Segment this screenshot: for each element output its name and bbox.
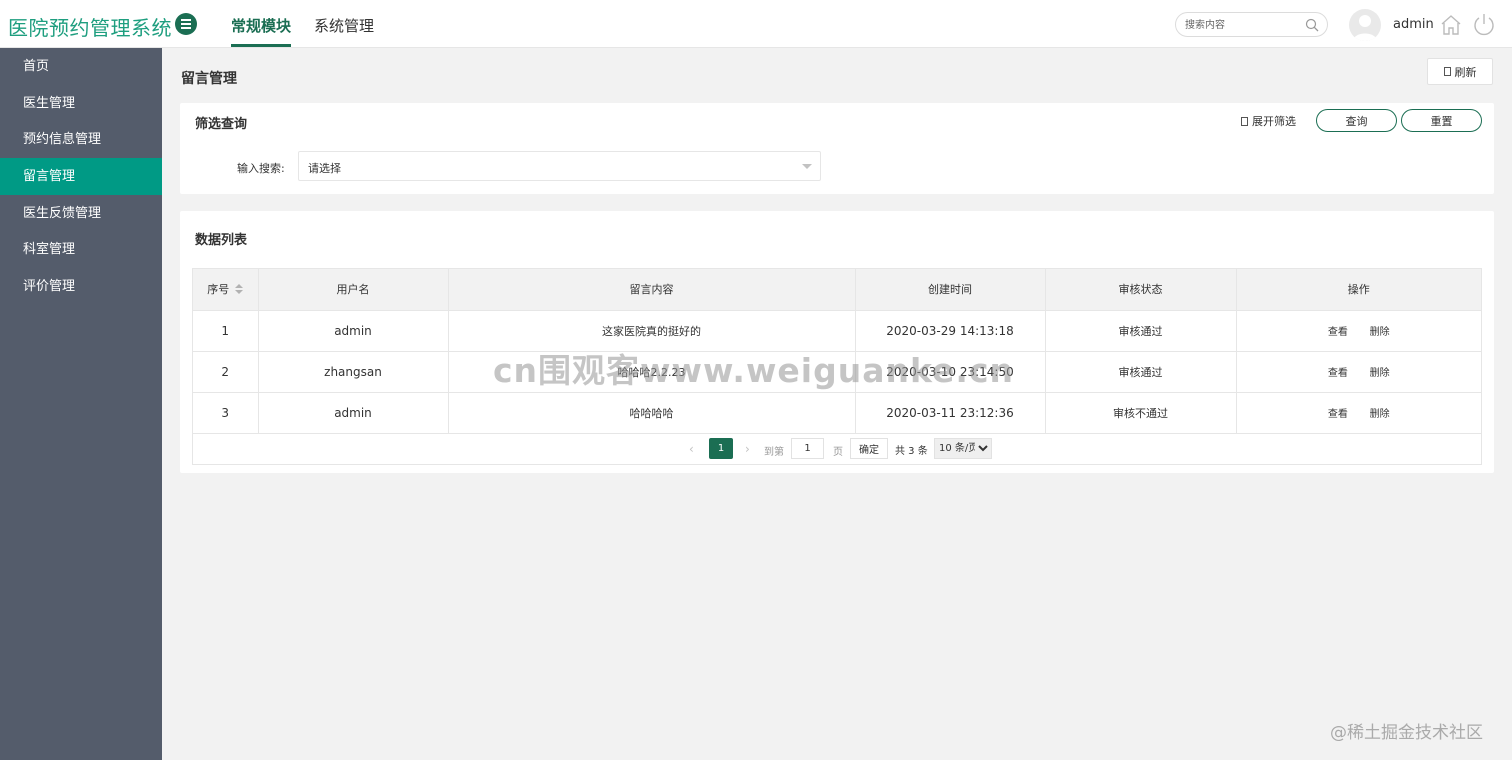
column-header-index[interactable]: 序号: [193, 269, 259, 311]
cell-index: 1: [193, 310, 259, 352]
cell-username: admin: [258, 310, 449, 352]
search-select[interactable]: 请选择: [298, 151, 821, 181]
column-header-actions: 操作: [1236, 269, 1481, 311]
column-header-username: 用户名: [258, 269, 449, 311]
delete-link[interactable]: 删除: [1370, 405, 1390, 420]
cell-status: 审核通过: [1045, 310, 1237, 352]
cell-content: 这家医院真的挺好的: [448, 310, 856, 352]
delete-link[interactable]: 删除: [1370, 323, 1390, 338]
search-field-label: 输入搜索:: [237, 162, 285, 175]
refresh-button[interactable]: 刷新: [1427, 58, 1493, 85]
sidebar-item-messages[interactable]: 留言管理: [0, 158, 162, 195]
goto-label: 到第: [764, 447, 784, 458]
page-unit-label: 页: [833, 447, 843, 458]
list-title: 数据列表: [195, 233, 248, 248]
avatar[interactable]: [1349, 9, 1381, 41]
cell-created: 2020-03-10 23:14:50: [855, 351, 1046, 393]
view-link[interactable]: 查看: [1328, 323, 1348, 338]
menu-toggle-icon[interactable]: [175, 13, 197, 35]
cell-actions: 查看 删除: [1236, 392, 1481, 434]
page-title: 留言管理: [181, 71, 237, 87]
table-row: 2 zhangsan 哈哈哈2.2.23 2020-03-10 23:14:50…: [193, 351, 1481, 393]
column-header-status: 审核状态: [1045, 269, 1237, 311]
pagination: ‹ 1 › 到第 页 确定 共 3 条 10 条/页: [193, 433, 1481, 465]
page-number-input[interactable]: [791, 438, 824, 459]
view-link[interactable]: 查看: [1328, 364, 1348, 379]
cell-status: 审核不通过: [1045, 392, 1237, 434]
sidebar-item-reviews[interactable]: 评价管理: [0, 268, 162, 305]
expand-icon: [1241, 116, 1248, 126]
view-link[interactable]: 查看: [1328, 405, 1348, 420]
filter-title: 筛选查询: [195, 117, 248, 132]
table-row: 3 admin 哈哈哈哈 2020-03-11 23:12:36 审核不通过 查…: [193, 392, 1481, 434]
expand-filter-link[interactable]: 展开筛选: [1241, 113, 1296, 129]
page-size-select[interactable]: 10 条/页: [934, 438, 992, 459]
corner-watermark: @稀土掘金技术社区: [1330, 723, 1483, 743]
data-list-panel: 数据列表 序号 用户名 留言内容 创建时间 审核状态 操作 1 admin 这家…: [180, 211, 1494, 473]
table-header-row: 序号 用户名 留言内容 创建时间 审核状态 操作: [193, 269, 1481, 311]
app-title: 医院预约管理系统: [8, 16, 172, 40]
username-label[interactable]: admin: [1393, 17, 1434, 32]
sort-icon[interactable]: [235, 284, 244, 295]
filter-panel: 筛选查询 展开筛选 查询 重置 输入搜索: 请选择: [180, 103, 1494, 194]
cell-index: 3: [193, 392, 259, 434]
cell-index: 2: [193, 351, 259, 393]
column-header-content: 留言内容: [448, 269, 856, 311]
search-box: [1175, 12, 1328, 37]
data-table-wrapper: 序号 用户名 留言内容 创建时间 审核状态 操作 1 admin 这家医院真的挺…: [192, 268, 1482, 465]
tab-system-management[interactable]: 系统管理: [314, 15, 374, 36]
cell-username: zhangsan: [258, 351, 449, 393]
query-button[interactable]: 查询: [1316, 109, 1397, 132]
cell-created: 2020-03-11 23:12:36: [855, 392, 1046, 434]
cell-content: 哈哈哈2.2.23: [448, 351, 856, 393]
user-icon: [1353, 15, 1377, 41]
cell-username: admin: [258, 392, 449, 434]
power-icon[interactable]: [1472, 12, 1496, 36]
cell-content: 哈哈哈哈: [448, 392, 856, 434]
sidebar-item-doctor-feedback[interactable]: 医生反馈管理: [0, 195, 162, 232]
top-header: 医院预约管理系统 常规模块 系统管理 admin: [0, 0, 1512, 48]
search-input[interactable]: [1185, 17, 1295, 33]
cell-created: 2020-03-29 14:13:18: [855, 310, 1046, 352]
refresh-icon: [1443, 67, 1451, 76]
prev-page-icon[interactable]: ‹: [689, 442, 694, 456]
sidebar: 首页 医生管理 预约信息管理 留言管理 医生反馈管理 科室管理 评价管理: [0, 48, 162, 760]
cell-actions: 查看 删除: [1236, 310, 1481, 352]
goto-confirm-button[interactable]: 确定: [850, 438, 888, 459]
tab-regular-modules[interactable]: 常规模块: [231, 15, 292, 47]
total-count: 共 3 条: [895, 446, 928, 457]
delete-link[interactable]: 删除: [1370, 364, 1390, 379]
cell-actions: 查看 删除: [1236, 351, 1481, 393]
table-row: 1 admin 这家医院真的挺好的 2020-03-29 14:13:18 审核…: [193, 310, 1481, 352]
column-header-created: 创建时间: [855, 269, 1046, 311]
cell-status: 审核通过: [1045, 351, 1237, 393]
sidebar-item-departments[interactable]: 科室管理: [0, 231, 162, 268]
select-value: 请选择: [308, 162, 341, 175]
caret-down-icon: [802, 164, 812, 169]
search-icon[interactable]: [1305, 18, 1319, 32]
data-table: 序号 用户名 留言内容 创建时间 审核状态 操作 1 admin 这家医院真的挺…: [193, 269, 1481, 434]
home-icon[interactable]: [1439, 13, 1463, 37]
reset-button[interactable]: 重置: [1401, 109, 1482, 132]
next-page-icon[interactable]: ›: [745, 442, 750, 456]
current-page-button[interactable]: 1: [709, 438, 733, 459]
expand-filter-label: 展开筛选: [1252, 115, 1296, 128]
sidebar-item-home[interactable]: 首页: [0, 48, 162, 85]
sidebar-item-appointments[interactable]: 预约信息管理: [0, 121, 162, 158]
refresh-label: 刷新: [1454, 65, 1477, 79]
sidebar-item-doctors[interactable]: 医生管理: [0, 85, 162, 122]
